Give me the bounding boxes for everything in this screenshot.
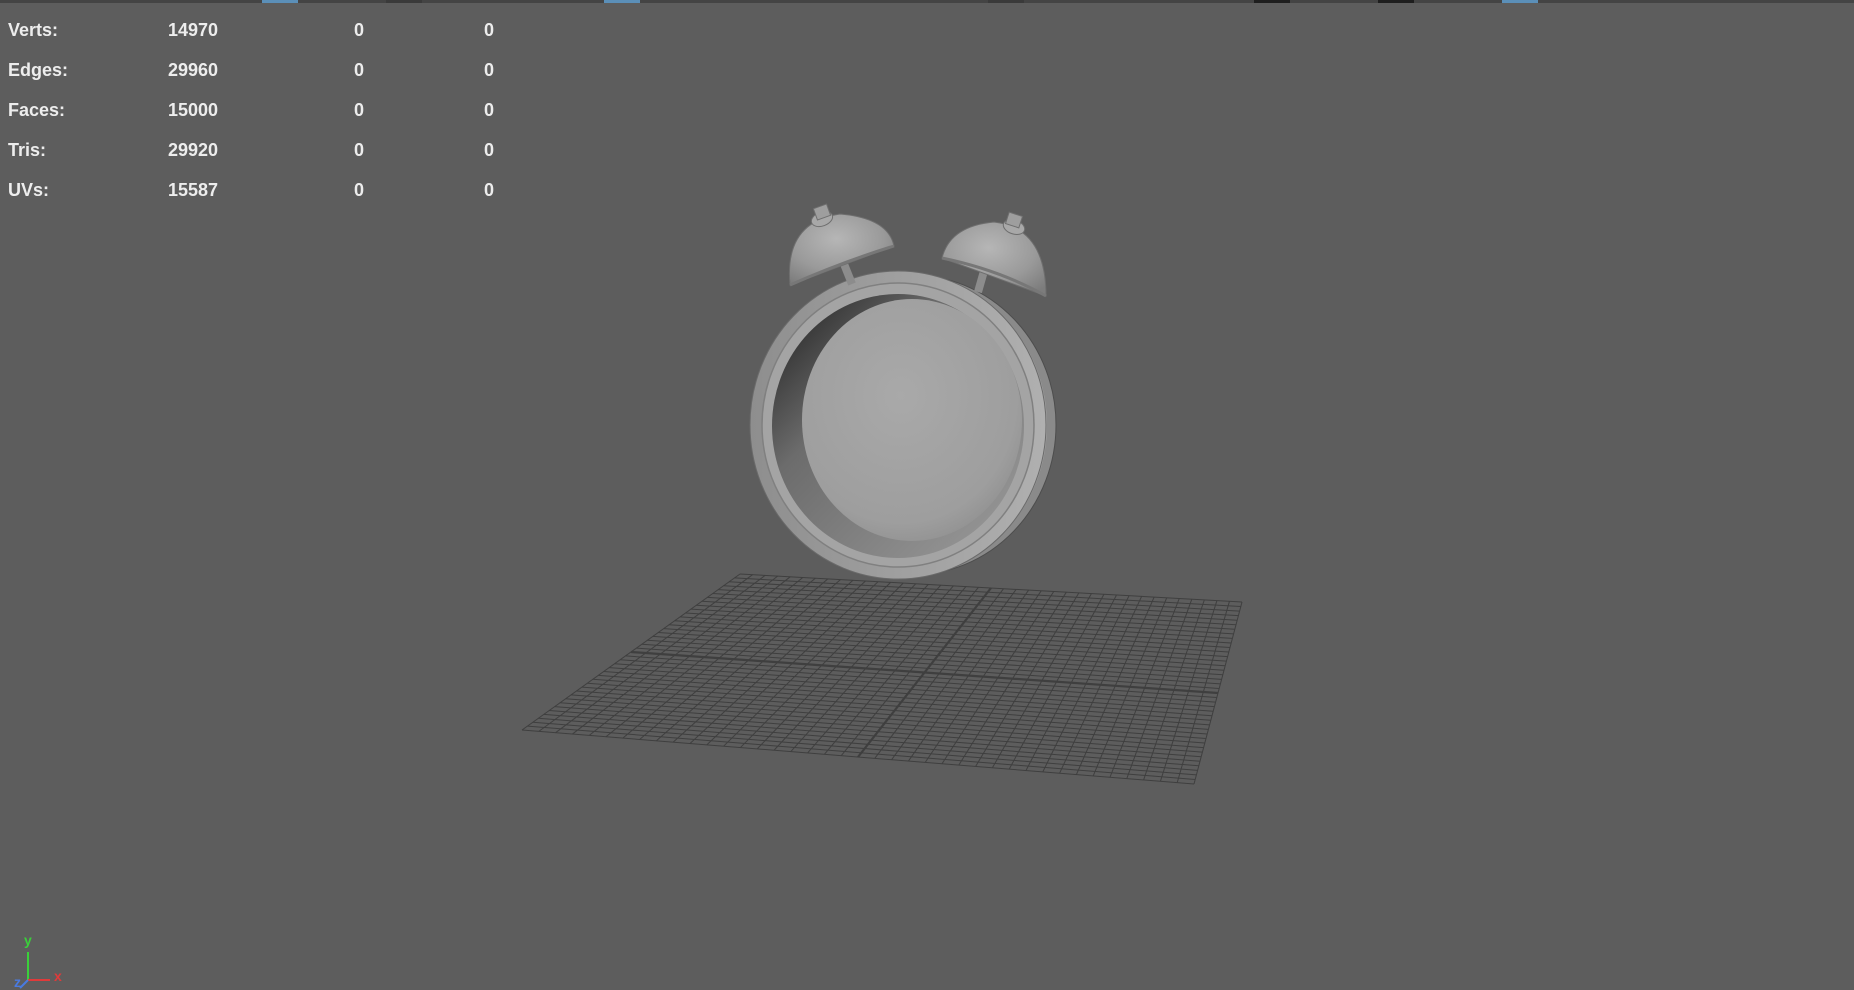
hud-value: 0 [484, 20, 495, 40]
hud-value: 0 [354, 140, 365, 160]
hud-label: Tris: [8, 140, 47, 160]
axis-z-label: z [14, 974, 21, 990]
hud-value: 15587 [168, 180, 219, 200]
hud-value: 0 [354, 60, 365, 80]
hud-value: 15000 [168, 100, 219, 120]
axis-y-label: y [24, 932, 32, 948]
hud-row-edges: Edges: 29960 0 0 [8, 50, 528, 90]
hud-row-uvs: UVs: 15587 0 0 [8, 170, 528, 210]
axis-x-label: x [54, 968, 62, 984]
grid-line [521, 729, 1195, 785]
grid-line [1126, 599, 1193, 779]
hud-label: Faces: [8, 100, 66, 120]
hud-value: 14970 [168, 20, 219, 40]
grid-line [1143, 599, 1205, 781]
hud-row-verts: Verts: 14970 0 0 [8, 10, 528, 50]
alarm-clock-model[interactable] [749, 203, 1057, 580]
hud-row-tris: Tris: 29920 0 0 [8, 130, 528, 170]
poly-count-hud: Verts: 14970 0 0 Edges: 29960 0 0 Faces:… [8, 10, 528, 210]
hud-label: UVs: [8, 180, 50, 200]
hud-label: Edges: [8, 60, 69, 80]
grid-line [1193, 601, 1243, 785]
hud-value: 0 [354, 100, 365, 120]
hud-value: 0 [484, 180, 495, 200]
3d-viewport[interactable]: Verts: 14970 0 0 Edges: 29960 0 0 Faces:… [0, 0, 1854, 990]
hud-value: 0 [354, 20, 365, 40]
ground-grid-plane [521, 573, 1243, 785]
hud-label: Verts: [8, 20, 59, 40]
clock-face [802, 299, 1022, 541]
hud-value: 0 [354, 180, 365, 200]
hud-value: 29920 [168, 140, 219, 160]
grid-line [1176, 601, 1230, 783]
hud-row-faces: Faces: 15000 0 0 [8, 90, 528, 130]
grid-line [1159, 600, 1218, 782]
view-axis-gizmo: y x z [10, 932, 74, 990]
hud-value: 0 [484, 100, 495, 120]
grid-line [1109, 598, 1180, 778]
hud-value: 0 [484, 140, 495, 160]
hud-value: 29960 [168, 60, 219, 80]
hud-value: 0 [484, 60, 495, 80]
